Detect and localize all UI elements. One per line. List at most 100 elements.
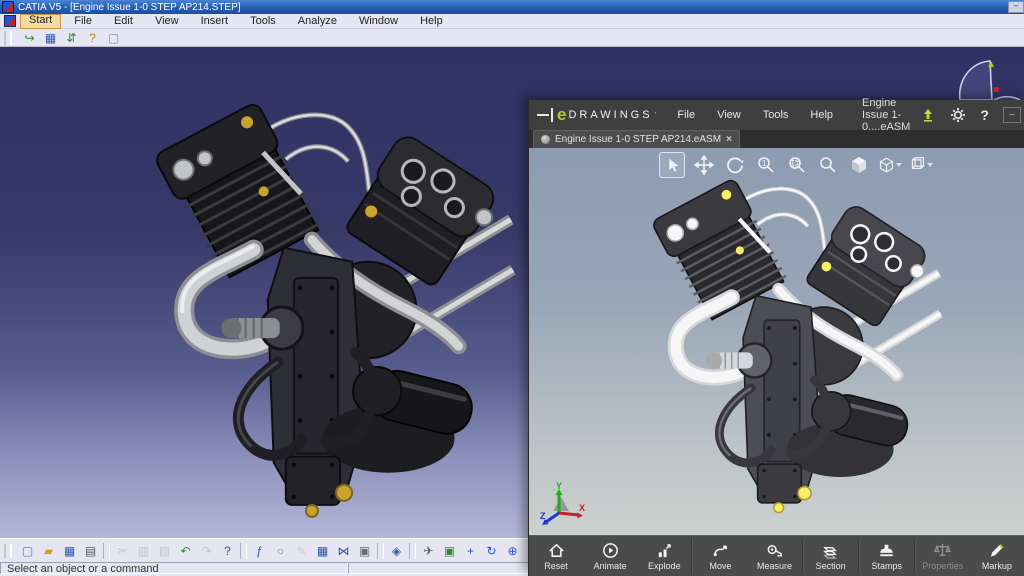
view-compass-icon[interactable]: [954, 59, 1024, 100]
stamps-button[interactable]: Stamps: [860, 536, 914, 576]
rotate-tool[interactable]: [723, 153, 747, 177]
divider: [409, 542, 416, 559]
fit-all-in-icon[interactable]: ▣: [441, 543, 458, 558]
orientation-dropdown[interactable]: [909, 153, 933, 177]
save-management-icon[interactable]: ⇵: [63, 30, 80, 45]
open-icon[interactable]: ▰: [40, 543, 57, 558]
logo-dash: [537, 114, 549, 116]
whats-this-icon[interactable]: ?: [219, 543, 236, 558]
edrawings-logo: e DRAWINGS ’: [529, 106, 666, 123]
menu-item[interactable]: Analyze: [289, 15, 346, 28]
catia-standard-toolbar: ↪ ▦ ⇵? ▢: [0, 29, 1024, 47]
formula-icon[interactable]: ƒ: [251, 543, 268, 558]
svg-text:X: X: [579, 503, 585, 513]
catia-doc-icon: [4, 15, 16, 27]
view-toolbar: 1: [659, 152, 933, 178]
pan-tool[interactable]: [692, 153, 716, 177]
toolbar-grip[interactable]: [4, 543, 12, 558]
ed-menu-view[interactable]: View: [706, 109, 752, 121]
product-structure-icon[interactable]: ◈: [388, 543, 405, 558]
menu-item[interactable]: Help: [411, 15, 452, 28]
print-icon[interactable]: ▤: [82, 543, 99, 558]
save-icon[interactable]: ▦: [61, 543, 78, 558]
catia-window-title: CATIA V5 - [Engine Issue 1-0 STEP AP214.…: [18, 1, 241, 13]
zoom-in-icon[interactable]: ⊕: [504, 543, 521, 558]
lock-icon[interactable]: ▣: [356, 543, 373, 558]
logo-bar: [551, 108, 553, 122]
menu-item[interactable]: Insert: [192, 15, 238, 28]
paste-icon[interactable]: ▧: [156, 543, 173, 558]
menu-item[interactable]: Window: [350, 15, 407, 28]
shaded-tool[interactable]: [847, 153, 871, 177]
edrawings-bottom-toolbar: Reset Animate Explode Move Measure Secti…: [529, 535, 1024, 576]
ed-menu-file[interactable]: File: [666, 109, 706, 121]
knowledge-icon[interactable]: ✎: [293, 543, 310, 558]
logo-wordmark: DRAWINGS: [568, 109, 653, 121]
undo-icon[interactable]: ↶: [177, 543, 194, 558]
help-icon[interactable]: ?: [84, 30, 101, 45]
zoom-fit-tool[interactable]: 1: [754, 153, 778, 177]
measure-button[interactable]: Measure: [747, 536, 801, 576]
new-window-icon[interactable]: ▢: [105, 30, 122, 45]
redo-icon[interactable]: ↷: [198, 543, 215, 558]
new-document-icon[interactable]: ▢: [19, 543, 36, 558]
catia-titlebar: CATIA V5 - [Engine Issue 1-0 STEP AP214.…: [0, 0, 1024, 14]
pan-icon[interactable]: +: [462, 543, 479, 558]
catia-app-icon: [2, 1, 14, 13]
document-title: Engine Issue 1-0....eASM: [862, 97, 911, 133]
exit-workbench-icon[interactable]: ↪: [21, 30, 38, 45]
orientation-triad-icon: Y X Z: [540, 481, 585, 525]
menu-item[interactable]: Start: [20, 13, 62, 29]
markup-button[interactable]: Markup: [970, 536, 1024, 576]
engine-model-edrawings: [629, 176, 951, 532]
divider: [240, 542, 247, 559]
animate-button[interactable]: Animate: [583, 536, 637, 576]
ed-minimize-button[interactable]: –: [1002, 107, 1021, 123]
divider: [103, 542, 110, 559]
svg-text:Y: Y: [556, 481, 562, 491]
menu-item[interactable]: Tools: [241, 15, 285, 28]
ed-menu-help[interactable]: Help: [799, 109, 844, 121]
menu-item[interactable]: File: [65, 15, 101, 28]
copy-icon[interactable]: ▥: [135, 543, 152, 558]
explode-button[interactable]: Explode: [637, 536, 691, 576]
svg-text:1: 1: [762, 159, 767, 168]
section-button[interactable]: Section: [804, 536, 858, 576]
catia-menubar: Start File Edit View Insert Tools Analyze Windo…: [0, 13, 1024, 29]
display-mode-dropdown[interactable]: [878, 153, 902, 177]
cut-icon[interactable]: ✂: [114, 543, 131, 558]
fly-mode-icon[interactable]: ✈: [420, 543, 437, 558]
relations-icon[interactable]: ⋈: [335, 543, 352, 558]
edrawings-window: e DRAWINGS ’ File View Tools Help Engine…: [528, 97, 1024, 576]
settings-gear-icon[interactable]: [950, 107, 966, 123]
zoom-tool[interactable]: [816, 153, 840, 177]
svg-text:Z: Z: [540, 511, 546, 521]
comment-icon[interactable]: ○: [272, 543, 289, 558]
save-icon[interactable]: ▦: [42, 30, 59, 45]
move-button[interactable]: Move: [693, 536, 747, 576]
zoom-area-tool[interactable]: [785, 153, 809, 177]
help-icon[interactable]: ?: [980, 107, 989, 123]
publish-share-icon[interactable]: [920, 107, 936, 123]
reset-button[interactable]: Reset: [529, 536, 583, 576]
toolbar-grip[interactable]: [4, 30, 12, 45]
tab-label: Engine Issue 1-0 STEP AP214.eASM: [555, 134, 722, 145]
minimize-button[interactable]: –: [1008, 1, 1024, 13]
properties-button[interactable]: Properties: [916, 536, 970, 576]
assembly-doc-icon: [541, 135, 550, 144]
design-table-icon[interactable]: ▦: [314, 543, 331, 558]
menu-item[interactable]: Edit: [105, 15, 142, 28]
menu-item[interactable]: View: [146, 15, 188, 28]
tab-close-icon[interactable]: ×: [726, 134, 732, 145]
dropdown-caret-icon: [927, 163, 933, 167]
edrawings-tabbar: Engine Issue 1-0 STEP AP214.eASM ×: [529, 130, 1024, 148]
dropdown-caret-icon: [896, 163, 902, 167]
document-tab[interactable]: Engine Issue 1-0 STEP AP214.eASM ×: [533, 130, 740, 148]
engine-model-catia: [128, 99, 524, 541]
select-tool[interactable]: [659, 152, 685, 178]
edrawings-3d-viewport[interactable]: 1 Y X Z: [529, 148, 1024, 535]
ed-menu-tools[interactable]: Tools: [752, 109, 800, 121]
edrawings-titlebar[interactable]: e DRAWINGS ’ File View Tools Help Engine…: [529, 97, 1024, 133]
status-message: Select an object or a command: [0, 562, 348, 575]
rotate-icon[interactable]: ↻: [483, 543, 500, 558]
